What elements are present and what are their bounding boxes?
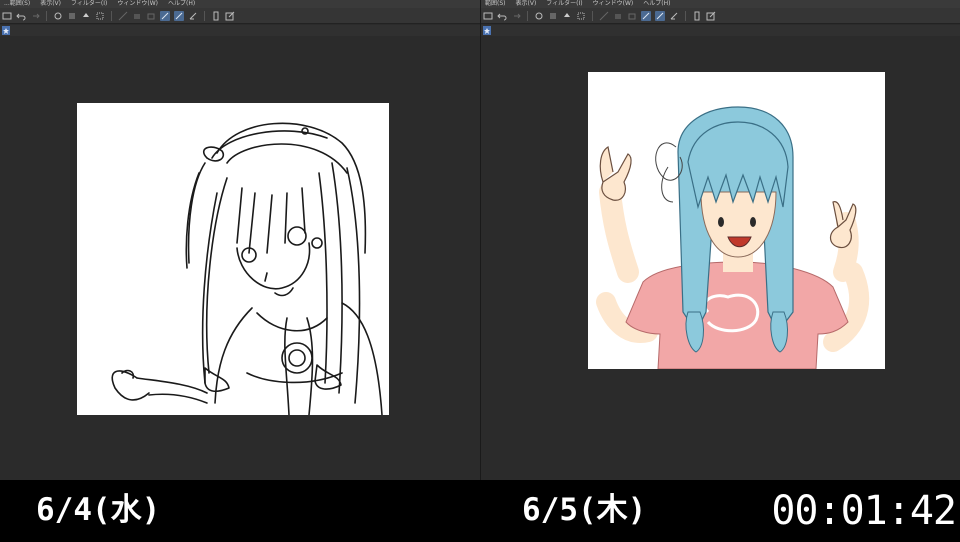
save-icon[interactable] xyxy=(483,11,493,21)
left-app-window: ...範囲(S) 表示(V) フィルター(I) ウィンドウ(W) ヘルプ(H) xyxy=(0,0,480,480)
fill-icon[interactable] xyxy=(562,11,572,21)
menu-item-help[interactable]: ヘルプ(H) xyxy=(643,0,670,8)
command-bar xyxy=(0,8,480,24)
canvas-tab[interactable] xyxy=(2,26,10,35)
canvas-tab-strip xyxy=(481,25,960,36)
menu-item-window[interactable]: ウィンドウ(W) xyxy=(117,0,158,8)
edit-icon[interactable] xyxy=(706,11,716,21)
toolbar-divider xyxy=(592,10,593,21)
layer-icon[interactable] xyxy=(132,11,142,21)
save-icon[interactable] xyxy=(2,11,12,21)
menu-item-view[interactable]: 表示(V) xyxy=(516,0,537,8)
menu-bar: 範囲(S) 表示(V) フィルター(I) ウィンドウ(W) ヘルプ(H) xyxy=(481,0,960,8)
layer-icon[interactable] xyxy=(613,11,623,21)
elapsed-timer: 00:01:42 xyxy=(771,488,957,534)
transform-icon[interactable] xyxy=(576,11,586,21)
pen-icon[interactable] xyxy=(641,10,651,21)
menu-item-view[interactable]: 表示(V) xyxy=(40,0,61,8)
menu-item-selection[interactable]: ...範囲(S) xyxy=(4,0,30,8)
date-label-right: 6/5(木) xyxy=(522,492,647,528)
sketch-canvas[interactable] xyxy=(77,103,389,415)
date-label-left: 6/4(水) xyxy=(36,492,161,528)
settings-icon[interactable] xyxy=(53,11,63,21)
canvas-tab[interactable] xyxy=(483,26,491,35)
menu-item-help[interactable]: ヘルプ(H) xyxy=(168,0,195,8)
colored-drawing xyxy=(596,106,870,369)
fill-icon[interactable] xyxy=(81,11,91,21)
edit-icon[interactable] xyxy=(225,11,235,21)
mask-icon[interactable] xyxy=(146,11,156,21)
clear-icon[interactable] xyxy=(67,11,77,21)
settings-icon[interactable] xyxy=(534,11,544,21)
star-icon xyxy=(3,27,9,34)
brush-icon[interactable] xyxy=(669,11,679,21)
toolbar-divider xyxy=(527,10,528,21)
caption-bar: 6/4(水) 6/5(木) 00:01:42 xyxy=(0,480,960,540)
rough-sketch-drawing xyxy=(111,122,383,415)
redo-icon[interactable] xyxy=(511,11,521,21)
transform-icon[interactable] xyxy=(95,11,105,21)
redo-icon[interactable] xyxy=(30,11,40,21)
device-icon[interactable] xyxy=(211,11,221,21)
menu-bar: ...範囲(S) 表示(V) フィルター(I) ウィンドウ(W) ヘルプ(H) xyxy=(0,0,480,8)
ruler-icon[interactable] xyxy=(118,11,128,21)
toolbar-divider xyxy=(685,10,686,21)
colored-canvas[interactable] xyxy=(588,72,885,369)
toolbar-divider xyxy=(111,10,112,21)
menu-item-selection[interactable]: 範囲(S) xyxy=(485,0,506,8)
menu-item-filter[interactable]: フィルター(I) xyxy=(71,0,107,8)
clear-icon[interactable] xyxy=(548,11,558,21)
pencil-icon[interactable] xyxy=(655,10,665,21)
menu-item-filter[interactable]: フィルター(I) xyxy=(546,0,582,8)
undo-icon[interactable] xyxy=(497,11,507,21)
canvas-tab-strip xyxy=(0,25,480,36)
star-icon xyxy=(484,27,490,34)
toolbar-divider xyxy=(204,10,205,21)
pencil-icon[interactable] xyxy=(174,10,184,21)
ruler-icon[interactable] xyxy=(599,11,609,21)
mask-icon[interactable] xyxy=(627,11,637,21)
menu-item-window[interactable]: ウィンドウ(W) xyxy=(593,0,634,8)
device-icon[interactable] xyxy=(692,11,702,21)
pen-icon[interactable] xyxy=(160,10,170,21)
toolbar-divider xyxy=(46,10,47,21)
brush-icon[interactable] xyxy=(188,11,198,21)
undo-icon[interactable] xyxy=(16,11,26,21)
command-bar xyxy=(481,8,960,24)
right-app-window: 範囲(S) 表示(V) フィルター(I) ウィンドウ(W) ヘルプ(H) xyxy=(480,0,960,480)
